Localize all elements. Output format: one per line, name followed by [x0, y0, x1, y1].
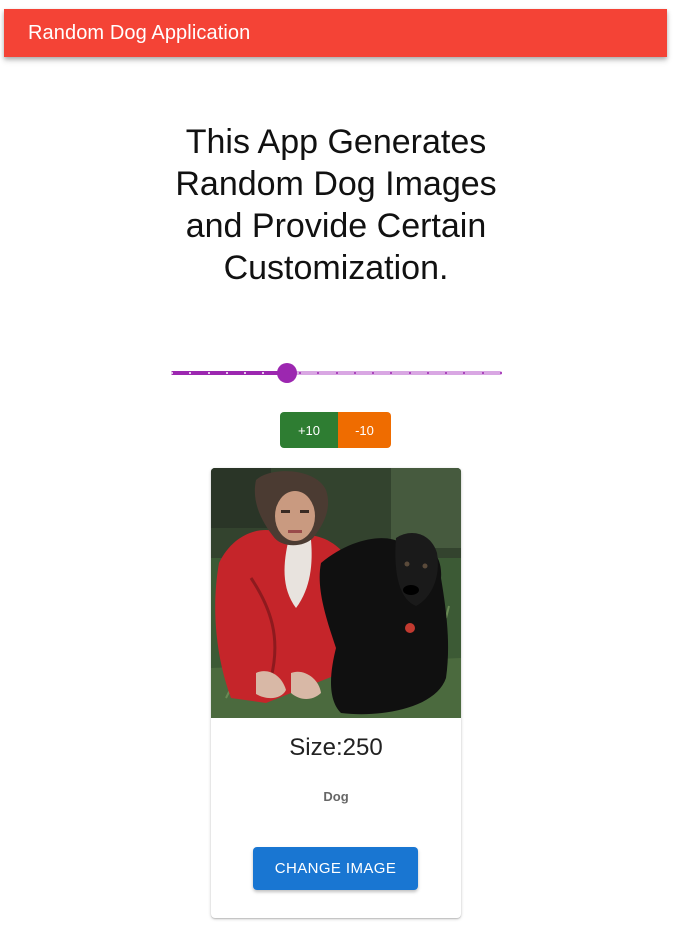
app-bar: Random Dog Application — [4, 9, 667, 57]
slider-tick — [226, 372, 228, 374]
slider-tick — [463, 372, 465, 374]
slider-tick — [336, 372, 338, 374]
slider-tick — [409, 372, 411, 374]
slider-tick — [500, 372, 502, 374]
app-title: Random Dog Application — [28, 21, 251, 44]
slider-tick — [208, 372, 210, 374]
slider-tick — [372, 372, 374, 374]
slider-tick — [354, 372, 356, 374]
size-slider[interactable] — [171, 360, 502, 386]
slider-tick — [317, 372, 319, 374]
increase-size-button[interactable]: +10 — [280, 412, 338, 448]
slider-tick — [390, 372, 392, 374]
slider-tick — [427, 372, 429, 374]
size-button-group: +10 -10 — [280, 412, 391, 448]
slider-thumb[interactable] — [277, 363, 297, 383]
slider-tick — [482, 372, 484, 374]
decrease-size-button[interactable]: -10 — [338, 412, 391, 448]
slider-tick — [445, 372, 447, 374]
image-size-label: Size:250 — [289, 734, 383, 761]
slider-tick — [171, 372, 173, 374]
slider-tick — [189, 372, 191, 374]
dog-image — [211, 468, 461, 718]
slider-tick — [244, 372, 246, 374]
slider-tick — [299, 372, 301, 374]
dog-card: Size:250 Dog CHANGE IMAGE — [211, 468, 461, 918]
image-caption: Dog — [323, 789, 349, 804]
slider-tick — [262, 372, 264, 374]
change-image-button[interactable]: CHANGE IMAGE — [253, 847, 418, 890]
page-headline: This App Generates Random Dog Images and… — [175, 123, 497, 287]
